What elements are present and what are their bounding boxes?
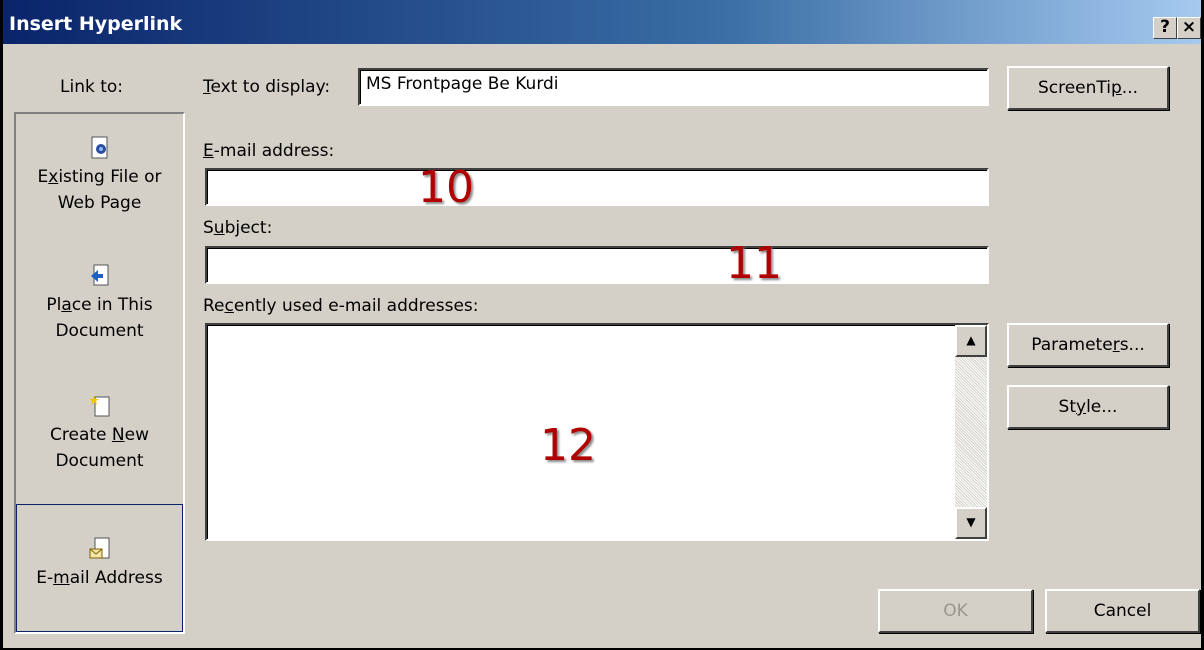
- text-to-display-label: Text to display:: [203, 77, 331, 97]
- dialog-title: Insert Hyperlink: [9, 13, 183, 35]
- web-page-icon: [89, 136, 111, 160]
- text-to-display-value: MS Frontpage Be Kurdi: [366, 74, 559, 94]
- link-create-new-document[interactable]: Create New Document: [16, 394, 183, 474]
- subject-input[interactable]: [205, 246, 989, 284]
- recent-emails-list[interactable]: ▲ ▼: [205, 323, 989, 541]
- link-existing-file[interactable]: Existing File or Web Page: [16, 136, 183, 216]
- annotation-12: 12: [540, 420, 596, 471]
- scroll-up-icon[interactable]: ▲: [955, 325, 987, 357]
- ok-button[interactable]: OK: [878, 589, 1033, 633]
- link-to-label: Link to:: [60, 77, 124, 97]
- link-email-address[interactable]: E-mail Address: [16, 504, 183, 632]
- recent-emails-label: Recently used e-mail addresses:: [203, 296, 479, 316]
- close-button[interactable]: ×: [1177, 17, 1201, 39]
- annotation-10: 10: [418, 162, 474, 213]
- parameters-button[interactable]: Parameters...: [1007, 323, 1169, 367]
- cancel-button[interactable]: Cancel: [1045, 589, 1200, 633]
- style-button[interactable]: Style...: [1007, 385, 1169, 429]
- annotation-11: 11: [726, 238, 782, 289]
- text-to-display-input[interactable]: MS Frontpage Be Kurdi: [358, 68, 989, 106]
- email-address-input[interactable]: [205, 168, 989, 206]
- screentip-button[interactable]: ScreenTip...: [1007, 66, 1169, 110]
- email-address-icon: [89, 537, 111, 561]
- new-document-icon: [88, 394, 111, 418]
- scroll-down-icon[interactable]: ▼: [955, 507, 987, 539]
- recent-emails-scrollbar[interactable]: ▲ ▼: [955, 325, 987, 539]
- email-address-label: E-mail address:: [203, 141, 335, 161]
- subject-label: Subject:: [203, 218, 273, 238]
- link-to-bar: Existing File or Web Page Place in This …: [14, 112, 185, 634]
- link-place-in-document[interactable]: Place in This Document: [16, 264, 183, 344]
- title-bar[interactable]: Insert Hyperlink ? ×: [3, 0, 1201, 46]
- place-in-document-icon: [89, 264, 111, 288]
- help-button[interactable]: ?: [1153, 17, 1177, 39]
